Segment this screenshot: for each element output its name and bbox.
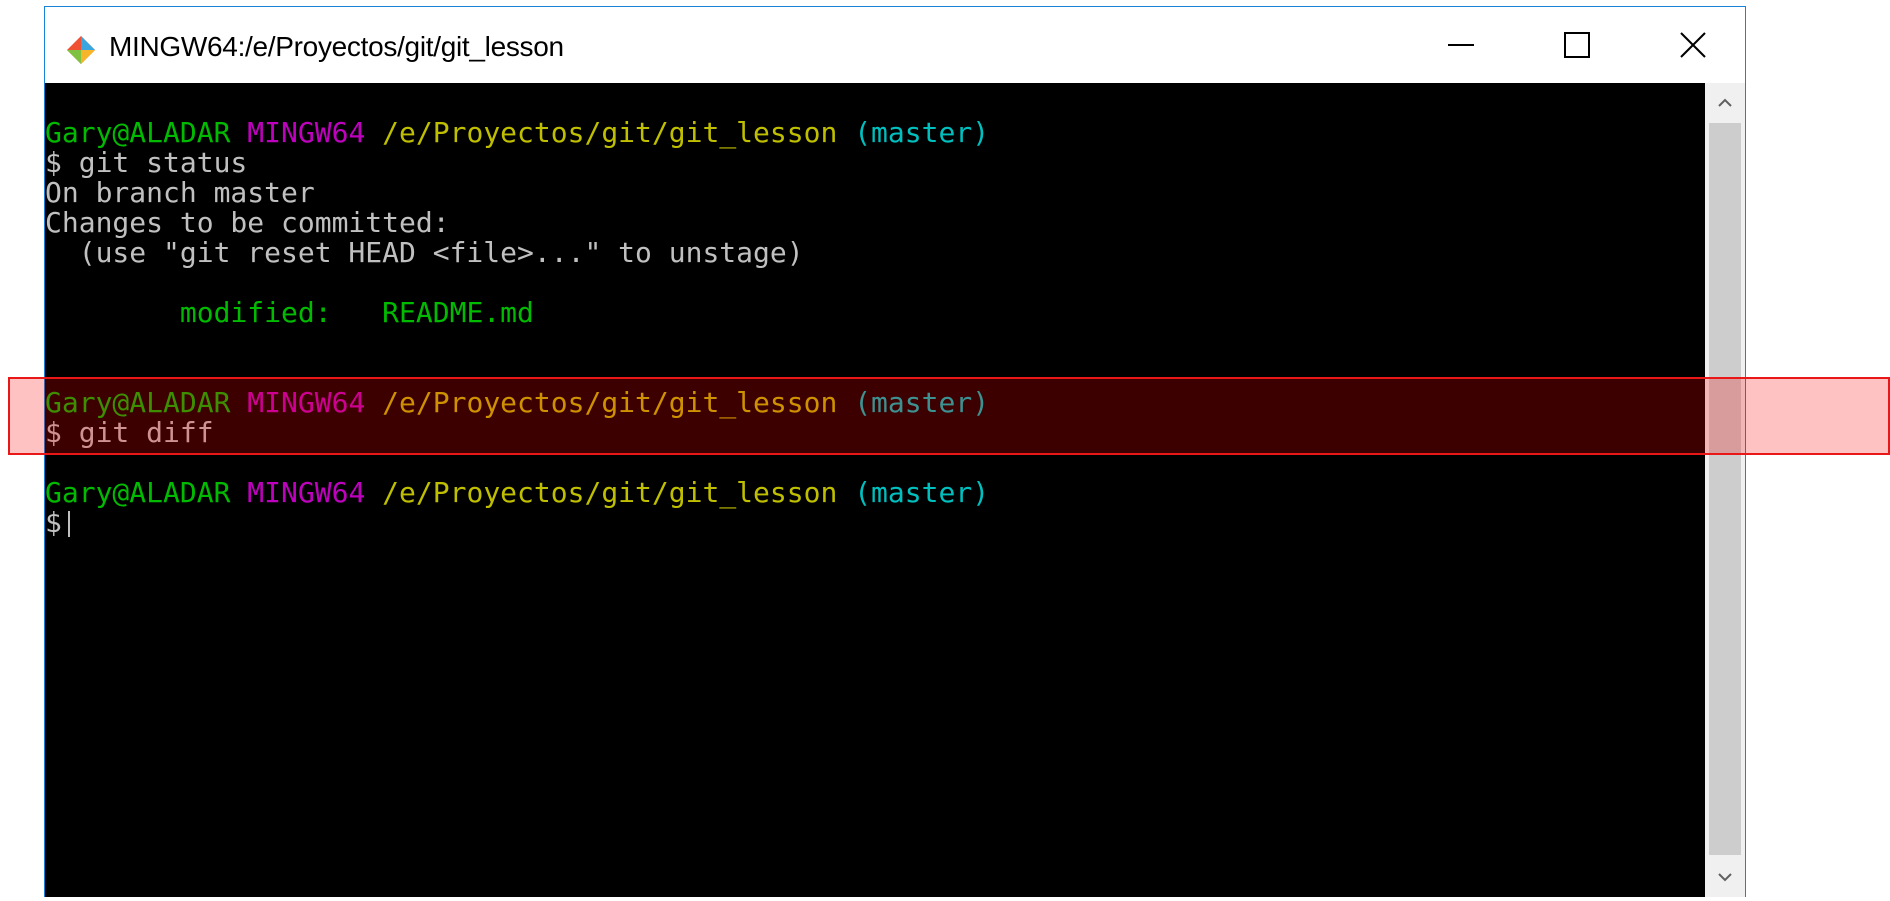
scroll-up-button[interactable] <box>1705 83 1745 123</box>
minimize-button[interactable] <box>1403 7 1519 83</box>
git-bash-icon <box>67 36 95 64</box>
current-prompt-line[interactable]: $ <box>45 508 70 538</box>
output-modified-line: modified: README.md <box>45 298 534 328</box>
prompt-user-host: Gary@ALADAR <box>45 116 231 149</box>
prompt-path: /e/Proyectos/git/git_lesson <box>382 476 838 509</box>
command-git-status: $ git status <box>45 146 248 179</box>
close-icon <box>1680 32 1706 58</box>
title-bar[interactable]: MINGW64:/e/Proyectos/git/git_lesson <box>45 7 1745 83</box>
output-branch-line: On branch master <box>45 176 315 209</box>
text-cursor <box>67 511 70 537</box>
prompt-branch: (master) <box>854 476 990 509</box>
modified-label: modified: <box>45 296 332 329</box>
prompt-line-3: Gary@ALADAR MINGW64 /e/Proyectos/git/git… <box>45 478 989 508</box>
scroll-down-button[interactable] <box>1705 857 1745 897</box>
annotation-highlight <box>8 377 1890 455</box>
close-button[interactable] <box>1635 7 1751 83</box>
output-changes-line: Changes to be committed: <box>45 206 450 239</box>
scrollbar-thumb[interactable] <box>1709 123 1741 855</box>
output-hint-line: (use "git reset HEAD <file>..." to unsta… <box>45 236 804 269</box>
prompt-line-1: Gary@ALADAR MINGW64 /e/Proyectos/git/git… <box>45 118 989 148</box>
prompt-user-host: Gary@ALADAR <box>45 476 231 509</box>
prompt-shell: MINGW64 <box>247 116 366 149</box>
chevron-up-icon <box>1718 98 1732 107</box>
window-title: MINGW64:/e/Proyectos/git/git_lesson <box>109 31 564 62</box>
maximize-button[interactable] <box>1519 7 1635 83</box>
prompt-symbol: $ <box>45 506 62 539</box>
prompt-branch: (master) <box>854 116 990 149</box>
modified-file: README.md <box>331 296 534 329</box>
minimize-icon <box>1448 44 1474 46</box>
maximize-icon <box>1564 32 1590 58</box>
chevron-down-icon <box>1718 873 1732 882</box>
terminal-output[interactable]: Gary@ALADAR MINGW64 /e/Proyectos/git/git… <box>45 83 1705 897</box>
prompt-shell: MINGW64 <box>247 476 366 509</box>
vertical-scrollbar[interactable] <box>1705 83 1745 897</box>
prompt-path: /e/Proyectos/git/git_lesson <box>382 116 838 149</box>
